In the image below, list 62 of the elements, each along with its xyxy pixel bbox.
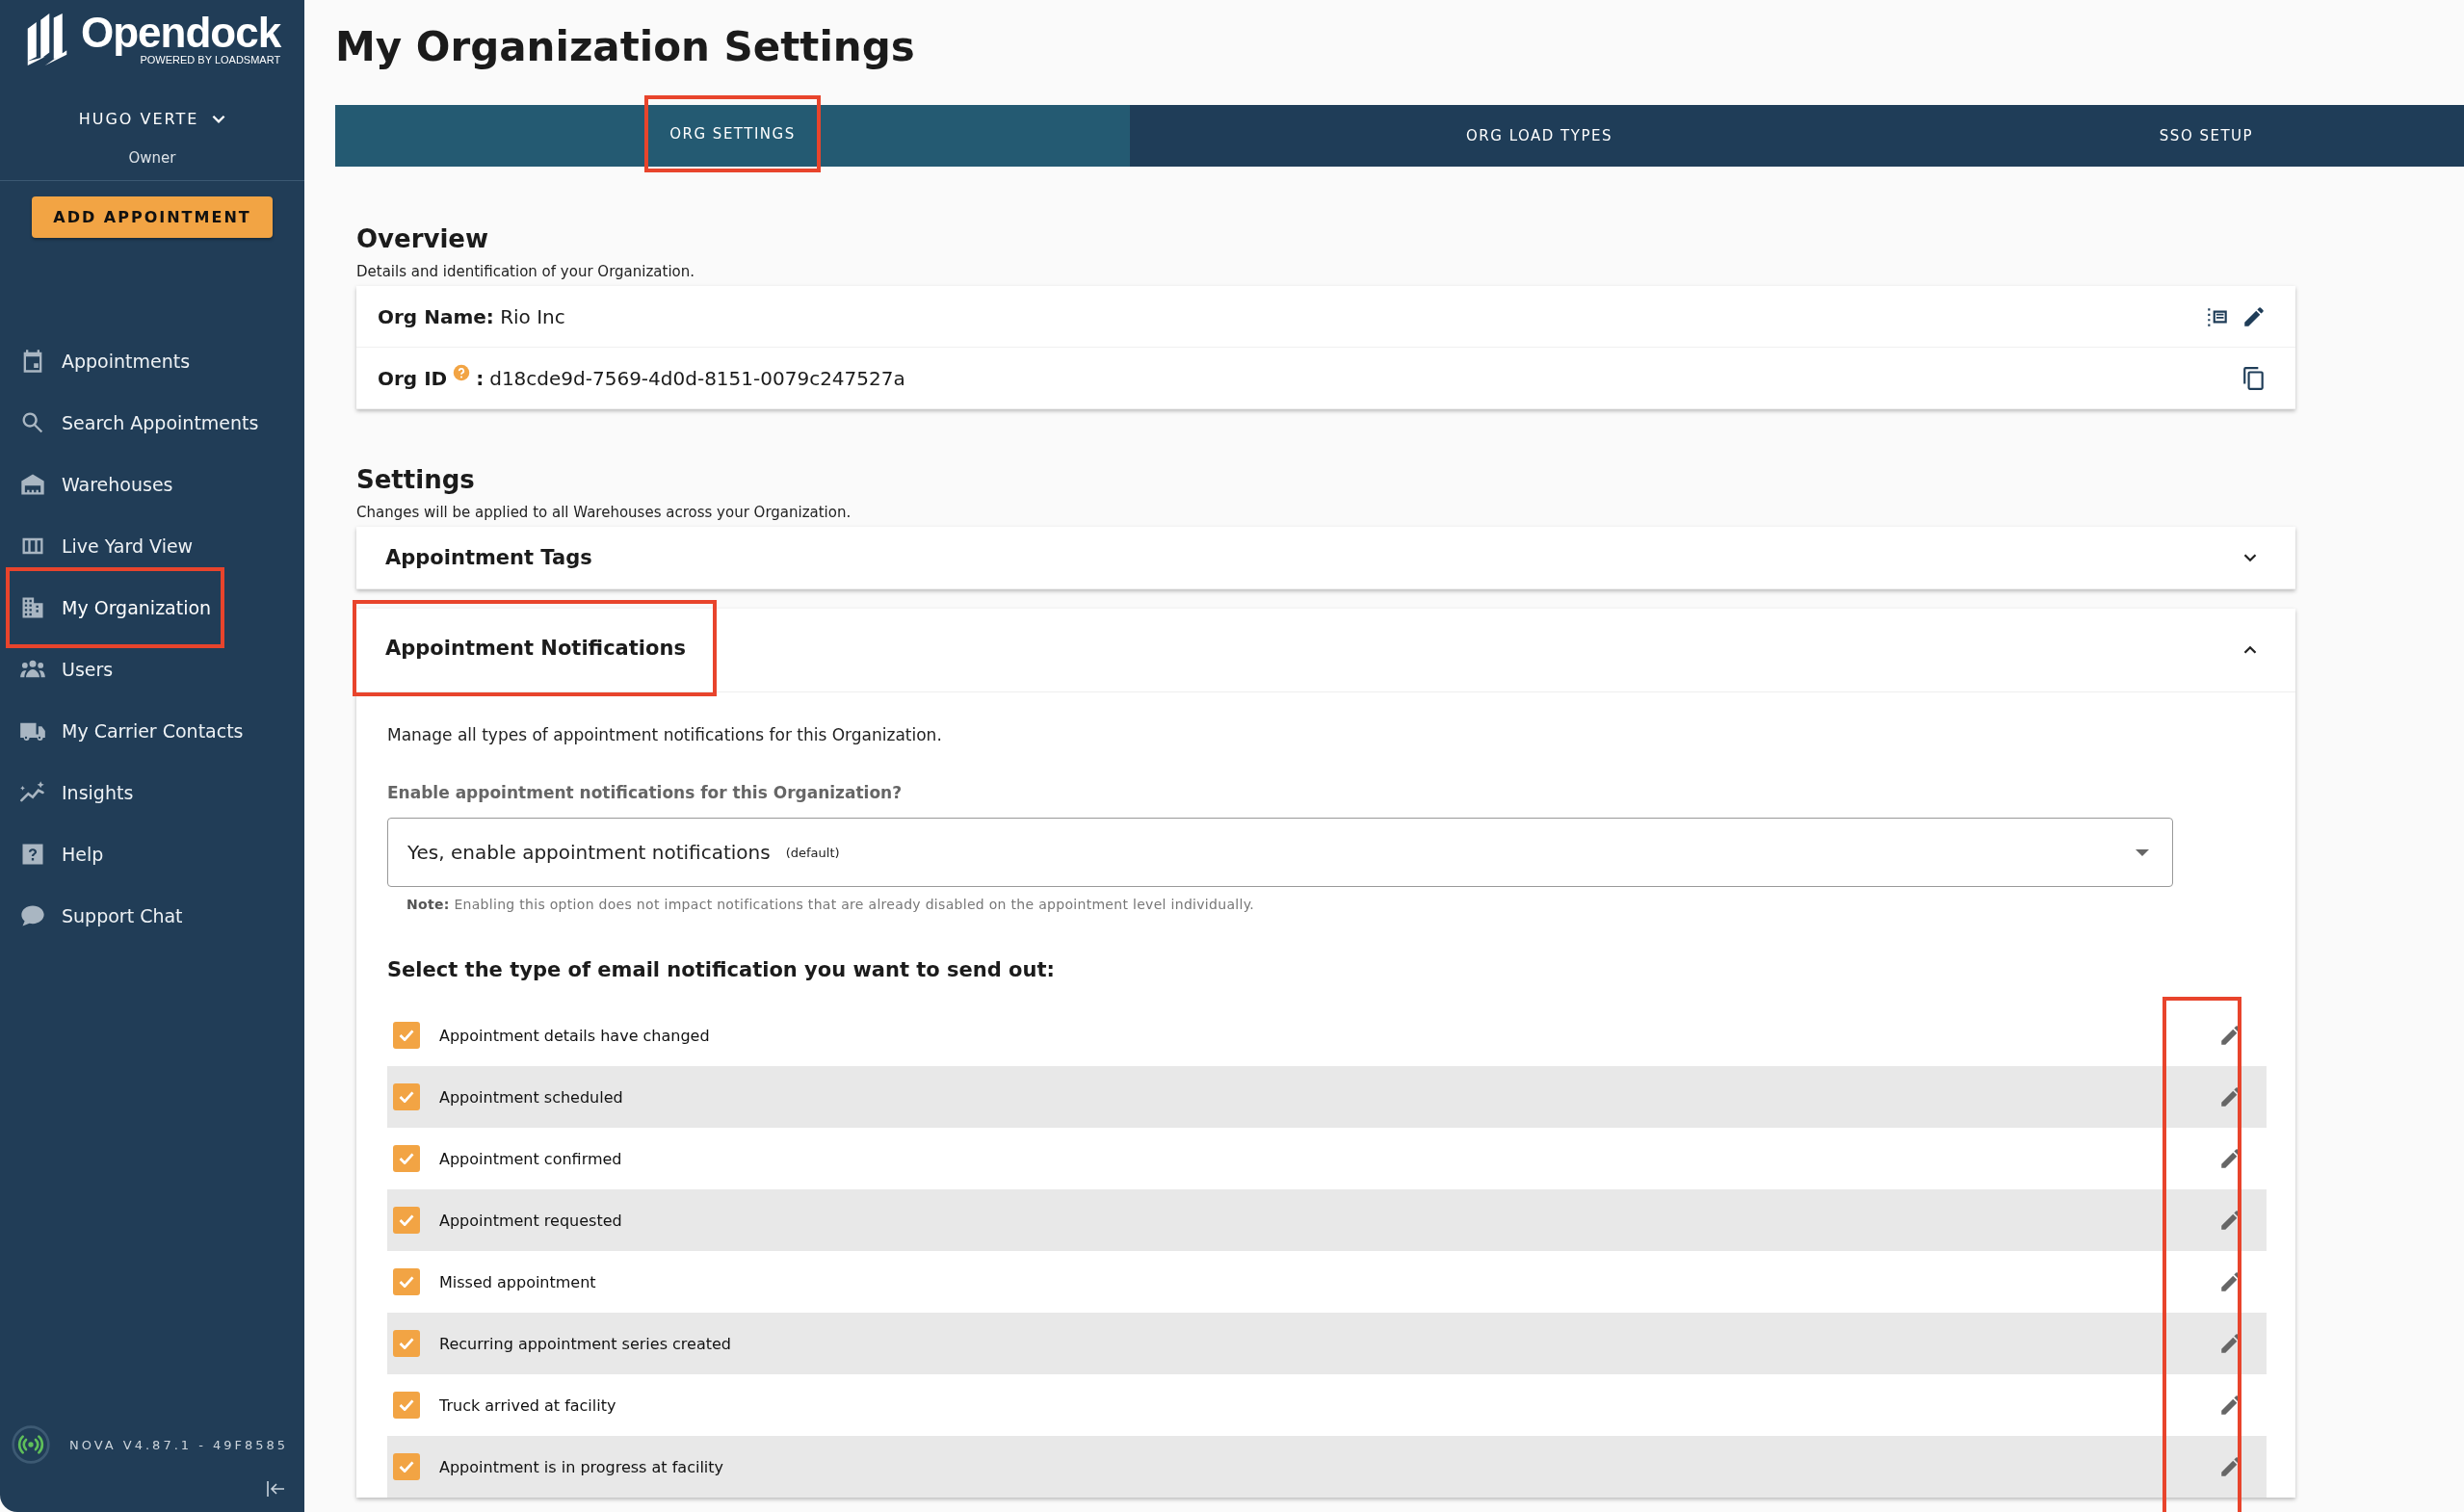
broadcast-signal-icon [12, 1425, 50, 1464]
note-text: Note: Enabling this option does not impact notifications that are already disabled on the appointment level individually. [406, 897, 1255, 912]
default-hint: (default) [785, 845, 840, 860]
section-title: Overview [356, 224, 490, 253]
chevron-down-icon [212, 115, 226, 123]
notification-select[interactable]: Yes, enable appointment notifications (default) [387, 818, 2173, 887]
sidebar-item[interactable]: Help [10, 823, 202, 885]
tab[interactable]: SSO SETUP [2136, 105, 2277, 167]
check-icon [399, 1030, 414, 1041]
check-icon [399, 1276, 414, 1288]
sidebar-item[interactable]: Appointments [10, 330, 202, 392]
checkbox[interactable] [393, 1453, 420, 1480]
description-text: Manage all types of appointment notifications for this Organization. [387, 725, 943, 744]
sidebar-item[interactable]: Support Chat [10, 885, 202, 947]
separator-text: : [476, 366, 485, 390]
dropdown-arrow-icon [2136, 848, 2149, 856]
list-title: Select the type of email notification you want to send out: [387, 958, 1056, 981]
sidebar-item[interactable]: Search Appointments [10, 392, 269, 454]
brand-tagline: POWERED BY LOADSMART [140, 54, 281, 65]
user-menu-button[interactable]: HUGO VERTE [78, 110, 226, 128]
org-id-label: Org ID [378, 366, 448, 390]
section-subtitle: Changes will be applied to all Warehouses across your Organization. [356, 504, 852, 521]
notification-label: Appointment details have changed [439, 1026, 710, 1045]
check-icon [399, 1214, 414, 1226]
help-icon [453, 363, 471, 381]
check-icon [399, 1091, 414, 1103]
user-role: Owner [127, 149, 177, 167]
brand-name: Opendock [81, 10, 281, 56]
section-subtitle: Details and identification of your Organization. [356, 263, 695, 280]
notification-label: Appointment is in progress at facility [439, 1457, 723, 1476]
version-label: NOVA V4.87.1 - 49F8585 [69, 1437, 289, 1452]
checkbox[interactable] [393, 1207, 420, 1234]
checkbox[interactable] [393, 1022, 420, 1049]
notification-label: Appointment requested [439, 1211, 622, 1230]
sidebar-item[interactable]: Insights [10, 762, 202, 823]
notification-label: Recurring appointment series created [439, 1334, 731, 1353]
checkbox[interactable] [393, 1392, 420, 1419]
check-icon [399, 1461, 414, 1473]
check-icon [399, 1399, 414, 1411]
tab[interactable]: ORG LOAD TYPES [1443, 105, 1636, 167]
checkbox[interactable] [393, 1330, 420, 1357]
tab[interactable]: ORG SETTINGS [646, 97, 819, 170]
checkbox[interactable] [393, 1268, 420, 1295]
add-appointment-button[interactable]: ADD APPOINTMENT [32, 196, 273, 238]
org-name-text: Org Name: Rio Inc [378, 304, 565, 328]
page-title: My Organization Settings [335, 23, 916, 70]
sidebar-item[interactable]: My Carrier Contacts [10, 700, 253, 762]
check-icon [399, 1153, 414, 1164]
section-title: Settings [356, 465, 476, 494]
panel-header[interactable]: Appointment Tags [356, 527, 621, 588]
copy-icon[interactable] [2241, 365, 2267, 391]
org-id-value: d18cde9d-7569-4d0d-8151-0079c247527a [489, 366, 905, 390]
checkbox[interactable] [393, 1083, 420, 1110]
notification-label: Missed appointment [439, 1272, 596, 1291]
select-value: Yes, enable appointment notifications [407, 841, 771, 864]
notification-label: Appointment confirmed [439, 1149, 622, 1168]
checkbox[interactable] [393, 1145, 420, 1172]
field-label: Enable appointment notifications for this Organization? [387, 783, 904, 802]
notification-label: Appointment scheduled [439, 1087, 623, 1107]
sidebar-item[interactable]: Warehouses [10, 454, 202, 515]
check-icon [399, 1338, 414, 1349]
notification-label: Truck arrived at facility [439, 1395, 616, 1415]
